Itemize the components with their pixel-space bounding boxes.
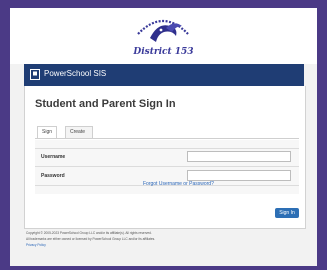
tab-divider — [35, 138, 299, 139]
district-logo-area: District 153 — [10, 8, 317, 64]
powerschool-logo-icon — [30, 69, 40, 80]
forgot-credentials-link[interactable]: Forgot Username or Password? — [143, 181, 214, 187]
district-logo-icon — [137, 20, 189, 42]
username-field[interactable] — [187, 151, 291, 162]
footer: Copyright © 2005-2023 PowerSchool Group … — [26, 230, 306, 248]
password-field[interactable] — [187, 170, 291, 181]
product-title: PowerSchool SIS — [44, 69, 107, 78]
username-label: Username — [41, 154, 66, 160]
password-label: Password — [41, 173, 65, 179]
signin-card: Student and Parent Sign In Sign In Creat… — [24, 86, 306, 229]
row-divider — [35, 148, 299, 149]
page-title: Student and Parent Sign In — [35, 98, 176, 110]
privacy-policy-link[interactable]: Privacy Policy — [26, 242, 306, 248]
page-frame: District 153 PowerSchool SIS Student and… — [10, 8, 317, 266]
district-logo-text: District 153 — [133, 47, 194, 57]
row-divider — [35, 166, 299, 167]
sign-in-button[interactable]: Sign In — [275, 208, 299, 218]
powerschool-header: PowerSchool SIS — [24, 64, 304, 86]
